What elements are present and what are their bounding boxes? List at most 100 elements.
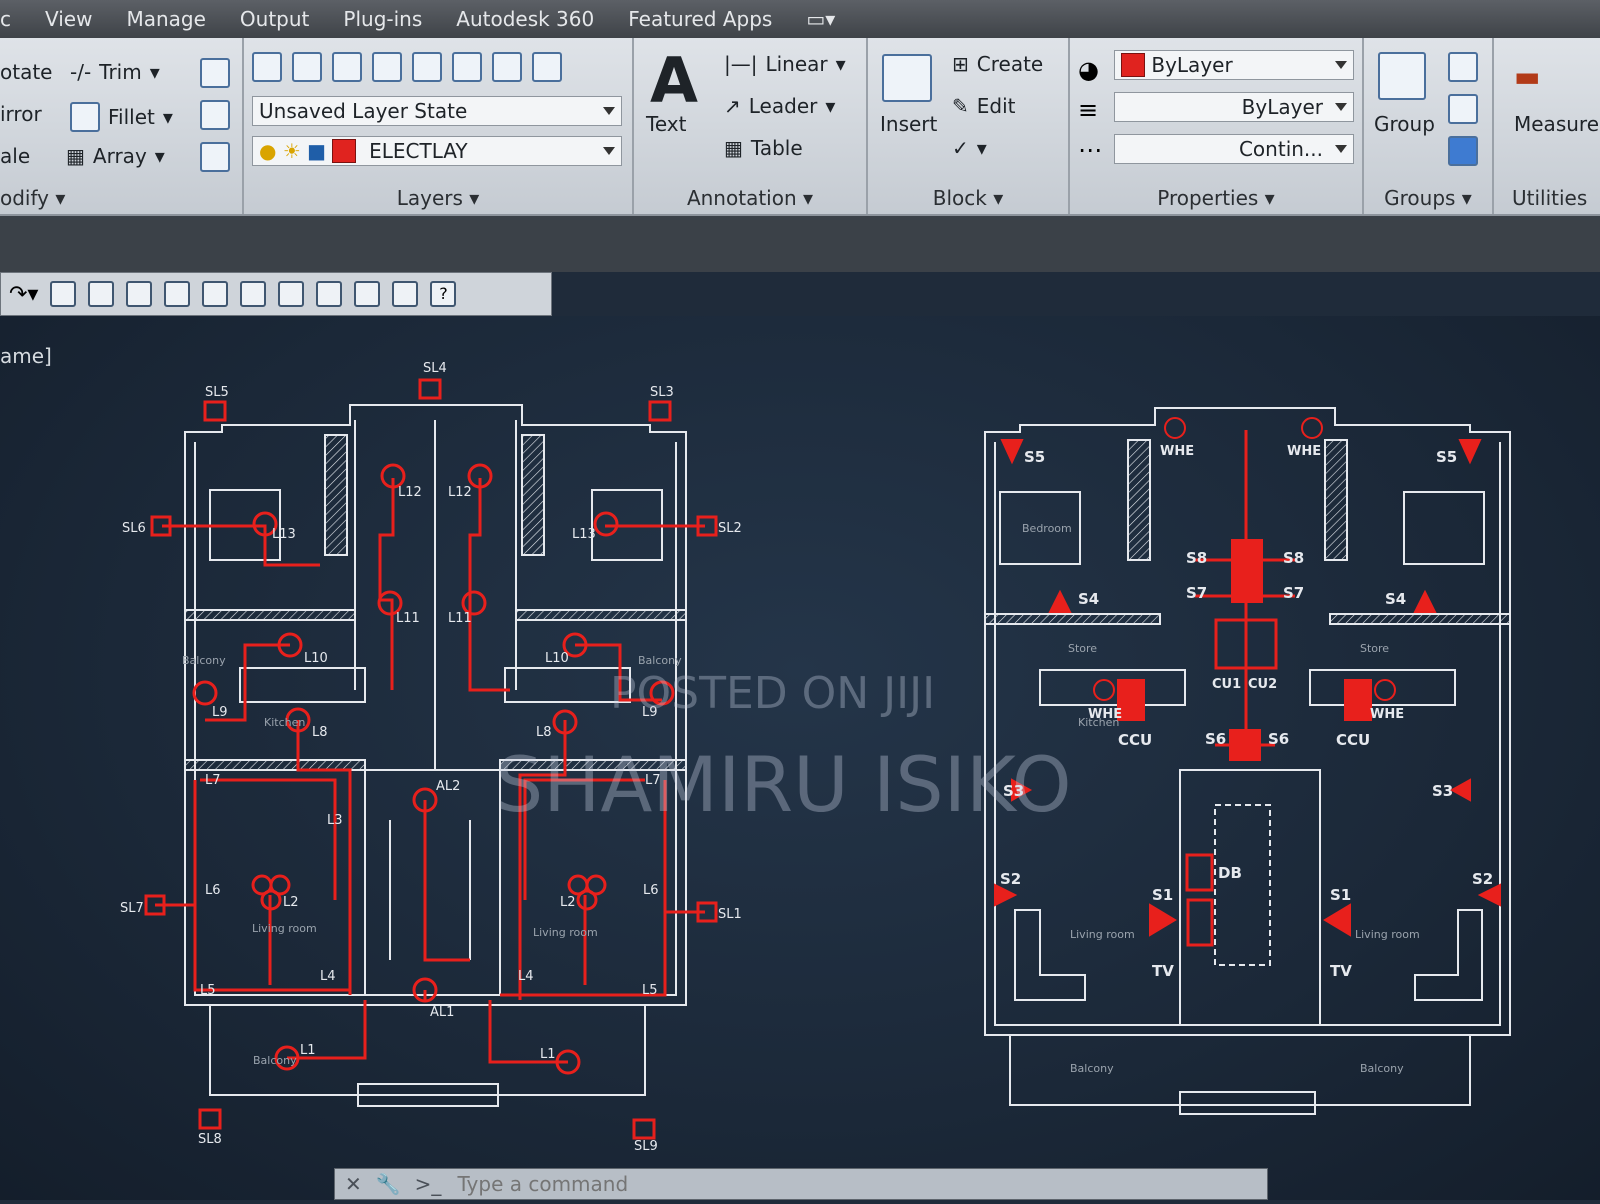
command-input[interactable]	[455, 1171, 1060, 1197]
attribute-icon: ✓	[952, 136, 969, 160]
layer-match-icon[interactable]	[452, 52, 482, 82]
layer-walk-icon[interactable]	[492, 52, 522, 82]
quick-toggle-icon[interactable]: ▭▾	[806, 7, 835, 31]
label-sl2: SL2	[718, 521, 742, 536]
insert-button[interactable]: Insert	[880, 112, 937, 136]
fillet-button[interactable]: Fillet ▾	[70, 102, 173, 132]
room-balcony: Balcony	[1070, 1062, 1114, 1075]
label-s2: S2	[1000, 870, 1021, 888]
label-whe: WHE	[1160, 444, 1194, 459]
trim-button[interactable]: -/- Trim ▾	[70, 60, 160, 84]
room-balcony: Balcony	[1360, 1062, 1404, 1075]
group-edit-icon[interactable]	[1448, 94, 1478, 124]
array-button[interactable]: ▦ Array ▾	[66, 144, 165, 168]
redo-icon[interactable]: ↷▾	[9, 282, 38, 307]
zoom-previous-icon[interactable]	[164, 281, 191, 307]
scale-button[interactable]: ale	[0, 144, 30, 168]
block-panel-title[interactable]: Block ▾	[868, 186, 1068, 210]
annotation-panel-title[interactable]: Annotation ▾	[634, 186, 866, 210]
edit-icon: ✎	[952, 94, 969, 118]
menu-item-plugins[interactable]: Plug-ins	[343, 7, 422, 31]
calculator-icon[interactable]	[392, 281, 419, 307]
erase-icon[interactable]	[200, 58, 230, 88]
stretch-icon[interactable]	[200, 142, 230, 172]
mirror-button[interactable]: irror	[0, 102, 42, 126]
command-line[interactable]: ✕ 🔧 >_	[334, 1168, 1268, 1200]
security-light	[198, 1108, 222, 1130]
layers-panel-title[interactable]: Layers ▾	[244, 186, 632, 210]
menu-item-featured-apps[interactable]: Featured Apps	[628, 7, 772, 31]
room-living: Living room	[1070, 928, 1135, 941]
group-icon[interactable]	[1378, 52, 1426, 100]
menu-item-output[interactable]: Output	[240, 7, 309, 31]
create-block-button[interactable]: ⊞ Create	[952, 52, 1043, 76]
label-tv: TV	[1330, 962, 1352, 980]
menu-item-manage[interactable]: Manage	[126, 7, 205, 31]
sheet-set-icon[interactable]	[354, 281, 381, 307]
zoom-window-icon[interactable]	[126, 281, 153, 307]
layer-state-dropdown[interactable]: Unsaved Layer State	[252, 96, 622, 126]
table-button[interactable]: ▦ Table	[724, 136, 803, 160]
layer-merge-icon[interactable]	[532, 52, 562, 82]
linetype-dropdown[interactable]: Contin...	[1114, 134, 1354, 164]
utilities-panel-title[interactable]: Utilities	[1494, 186, 1600, 210]
label-l9: L9	[212, 705, 228, 720]
label-l11: L11	[396, 611, 420, 626]
close-icon[interactable]: ✕	[345, 1172, 362, 1196]
copy-icon[interactable]	[200, 100, 230, 130]
linear-dimension-button[interactable]: |—| Linear ▾	[724, 52, 846, 76]
menu-item-autodesk360[interactable]: Autodesk 360	[456, 7, 594, 31]
socket-symbol	[1149, 903, 1177, 937]
edit-block-button[interactable]: ✎ Edit	[952, 94, 1016, 118]
water-heater-symbol	[1374, 679, 1396, 701]
label-al1: AL1	[430, 1005, 454, 1020]
label-sl8: SL8	[198, 1132, 222, 1147]
layer-lock-icon[interactable]	[412, 52, 442, 82]
group-button[interactable]: Group	[1374, 112, 1435, 136]
color-dropdown[interactable]: ByLayer	[1114, 50, 1354, 80]
layer-properties-icon[interactable]	[252, 52, 282, 82]
properties-panel: ◕ ≡ ⋯ ByLayer ByLayer Contin... Properti…	[1070, 38, 1364, 214]
water-heater-symbol	[1301, 417, 1323, 439]
label-s4: S4	[1078, 590, 1099, 608]
wardrobe-hatch	[1324, 439, 1348, 561]
leader-icon: ↗	[724, 94, 741, 118]
leader-button[interactable]: ↗ Leader ▾	[724, 94, 835, 118]
measure-button[interactable]: Measure	[1514, 112, 1599, 136]
color-wheel-icon[interactable]: ◕	[1078, 56, 1099, 84]
properties-panel-title[interactable]: Properties ▾	[1070, 186, 1362, 210]
layer-isolate-icon[interactable]	[292, 52, 322, 82]
menu-item-view[interactable]: View	[45, 7, 92, 31]
pan-icon[interactable]	[50, 281, 77, 307]
tool-palettes-icon[interactable]	[316, 281, 343, 307]
menu-item-c[interactable]: c	[0, 7, 11, 31]
layer-freeze-icon[interactable]	[372, 52, 402, 82]
lineweight-dropdown[interactable]: ByLayer	[1114, 92, 1354, 122]
lineweight-icon[interactable]: ≡	[1078, 96, 1098, 124]
label-s5: S5	[1024, 448, 1045, 466]
wire	[488, 1000, 568, 1064]
linetype-icon[interactable]: ⋯	[1078, 136, 1102, 164]
label-db: DB	[1218, 864, 1242, 882]
help-icon[interactable]: ?	[430, 281, 457, 307]
group-select-icon[interactable]	[1448, 136, 1478, 166]
unlock-icon: ■	[307, 139, 327, 163]
zoom-realtime-icon[interactable]	[88, 281, 115, 307]
named-views-icon[interactable]	[202, 281, 229, 307]
insert-block-icon[interactable]	[882, 54, 932, 102]
label-s8: S8	[1186, 549, 1207, 567]
modify-panel-title[interactable]: odify ▾	[0, 186, 242, 210]
layer-off-icon[interactable]	[332, 52, 362, 82]
text-button[interactable]: Text	[646, 112, 686, 136]
text-large-icon[interactable]: A	[650, 44, 698, 117]
design-center-icon[interactable]	[278, 281, 305, 307]
ungroup-icon[interactable]	[1448, 52, 1478, 82]
rotate-button[interactable]: otate	[0, 60, 52, 84]
current-layer-dropdown[interactable]: ● ☀ ■ ELECTLAY	[252, 136, 622, 166]
groups-panel-title[interactable]: Groups ▾	[1364, 186, 1492, 210]
properties-icon[interactable]	[240, 281, 267, 307]
distribution-board	[1185, 853, 1214, 892]
wrench-icon[interactable]: 🔧	[376, 1172, 401, 1196]
block-attribute-button[interactable]: ✓ ▾	[952, 136, 987, 160]
label-l10: L10	[304, 651, 328, 666]
